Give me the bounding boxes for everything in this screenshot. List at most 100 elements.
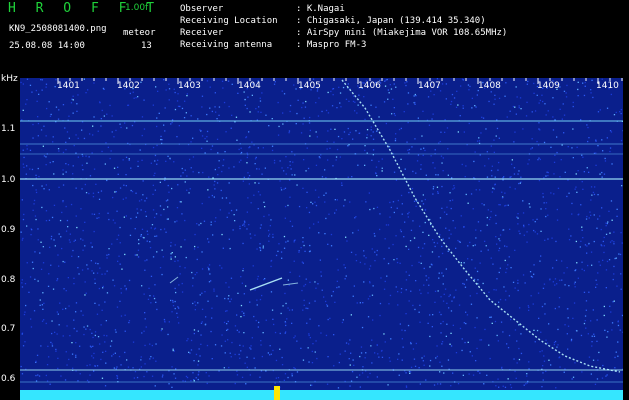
noise-pixel — [51, 320, 53, 322]
noise-pixel — [593, 333, 595, 335]
noise-pixel — [96, 272, 99, 274]
noise-pixel — [602, 150, 604, 152]
noise-pixel — [60, 375, 62, 377]
noise-pixel — [374, 235, 376, 237]
noise-pixel — [208, 281, 211, 283]
noise-pixel — [363, 96, 365, 98]
noise-pixel — [216, 138, 219, 140]
noise-pixel — [144, 211, 147, 213]
noise-pixel — [421, 135, 423, 137]
noise-pixel — [281, 364, 284, 366]
noise-pixel — [378, 116, 380, 118]
noise-pixel — [611, 322, 614, 324]
noise-pixel — [437, 383, 439, 385]
noise-pixel — [231, 341, 233, 344]
noise-pixel — [377, 353, 379, 355]
noise-pixel — [25, 173, 27, 175]
noise-pixel — [170, 241, 172, 244]
noise-pixel — [622, 314, 623, 317]
noise-pixel — [572, 101, 574, 104]
noise-pixel — [201, 268, 204, 270]
noise-pixel — [452, 188, 454, 190]
noise-pixel — [455, 247, 457, 249]
y-tick-label: 0.9 — [1, 225, 16, 235]
noise-pixel — [214, 168, 216, 171]
noise-pixel — [580, 240, 582, 242]
noise-pixel — [423, 267, 425, 270]
noise-pixel — [327, 243, 329, 245]
noise-pixel — [360, 352, 363, 354]
noise-pixel — [291, 373, 293, 375]
noise-pixel — [476, 292, 478, 295]
noise-pixel — [175, 368, 177, 370]
noise-pixel — [104, 163, 106, 165]
noise-pixel — [566, 333, 568, 335]
noise-pixel — [302, 102, 304, 104]
noise-pixel — [606, 137, 608, 139]
noise-pixel — [201, 321, 203, 323]
noise-pixel — [312, 343, 314, 345]
noise-pixel — [562, 103, 564, 105]
noise-pixel — [186, 175, 188, 177]
noise-pixel — [273, 323, 275, 326]
noise-pixel — [168, 88, 171, 90]
noise-pixel — [97, 130, 99, 132]
noise-pixel — [610, 131, 613, 133]
noise-pixel — [534, 341, 536, 343]
noise-pixel — [468, 89, 470, 91]
noise-pixel — [58, 324, 60, 326]
noise-pixel — [200, 343, 202, 345]
noise-pixel — [498, 161, 500, 164]
noise-pixel — [450, 100, 453, 103]
noise-pixel — [422, 194, 424, 196]
noise-pixel — [581, 181, 583, 183]
noise-pixel — [224, 340, 226, 342]
noise-pixel — [193, 360, 195, 362]
noise-pixel — [411, 187, 414, 190]
spectrogram — [20, 78, 623, 400]
noise-pixel — [173, 373, 175, 375]
noise-pixel — [431, 264, 433, 266]
noise-pixel — [372, 149, 375, 151]
noise-pixel — [206, 80, 209, 82]
noise-pixel — [413, 237, 416, 239]
noise-pixel — [308, 122, 311, 124]
noise-pixel — [194, 273, 196, 276]
noise-pixel — [405, 84, 407, 87]
noise-pixel — [471, 259, 473, 261]
noise-pixel — [396, 258, 398, 260]
noise-pixel — [32, 267, 34, 270]
noise-pixel — [277, 250, 279, 252]
noise-pixel — [536, 218, 538, 220]
noise-pixel — [100, 118, 102, 120]
noise-pixel — [424, 198, 426, 201]
noise-pixel — [433, 241, 435, 244]
noise-pixel — [38, 93, 40, 95]
noise-pixel — [465, 165, 467, 167]
noise-pixel — [408, 152, 410, 154]
noise-pixel — [475, 189, 477, 191]
noise-pixel — [520, 352, 523, 355]
noise-pixel — [395, 179, 398, 181]
noise-pixel — [208, 241, 210, 243]
noise-pixel — [51, 216, 54, 219]
noise-pixel — [438, 311, 441, 313]
noise-pixel — [293, 260, 295, 262]
noise-pixel — [597, 145, 599, 147]
noise-pixel — [408, 248, 410, 250]
noise-pixel — [548, 323, 550, 325]
noise-pixel — [201, 95, 204, 97]
noise-pixel — [509, 384, 512, 386]
noise-pixel — [330, 233, 333, 236]
noise-pixel — [105, 320, 107, 322]
noise-pixel — [405, 385, 408, 387]
noise-pixel — [583, 94, 586, 97]
noise-pixel — [197, 360, 200, 362]
noise-pixel — [45, 374, 47, 377]
noise-pixel — [394, 140, 397, 142]
noise-pixel — [455, 352, 458, 354]
noise-pixel — [228, 286, 230, 288]
noise-pixel — [55, 106, 58, 108]
noise-pixel — [65, 171, 67, 173]
noise-pixel — [401, 213, 403, 215]
